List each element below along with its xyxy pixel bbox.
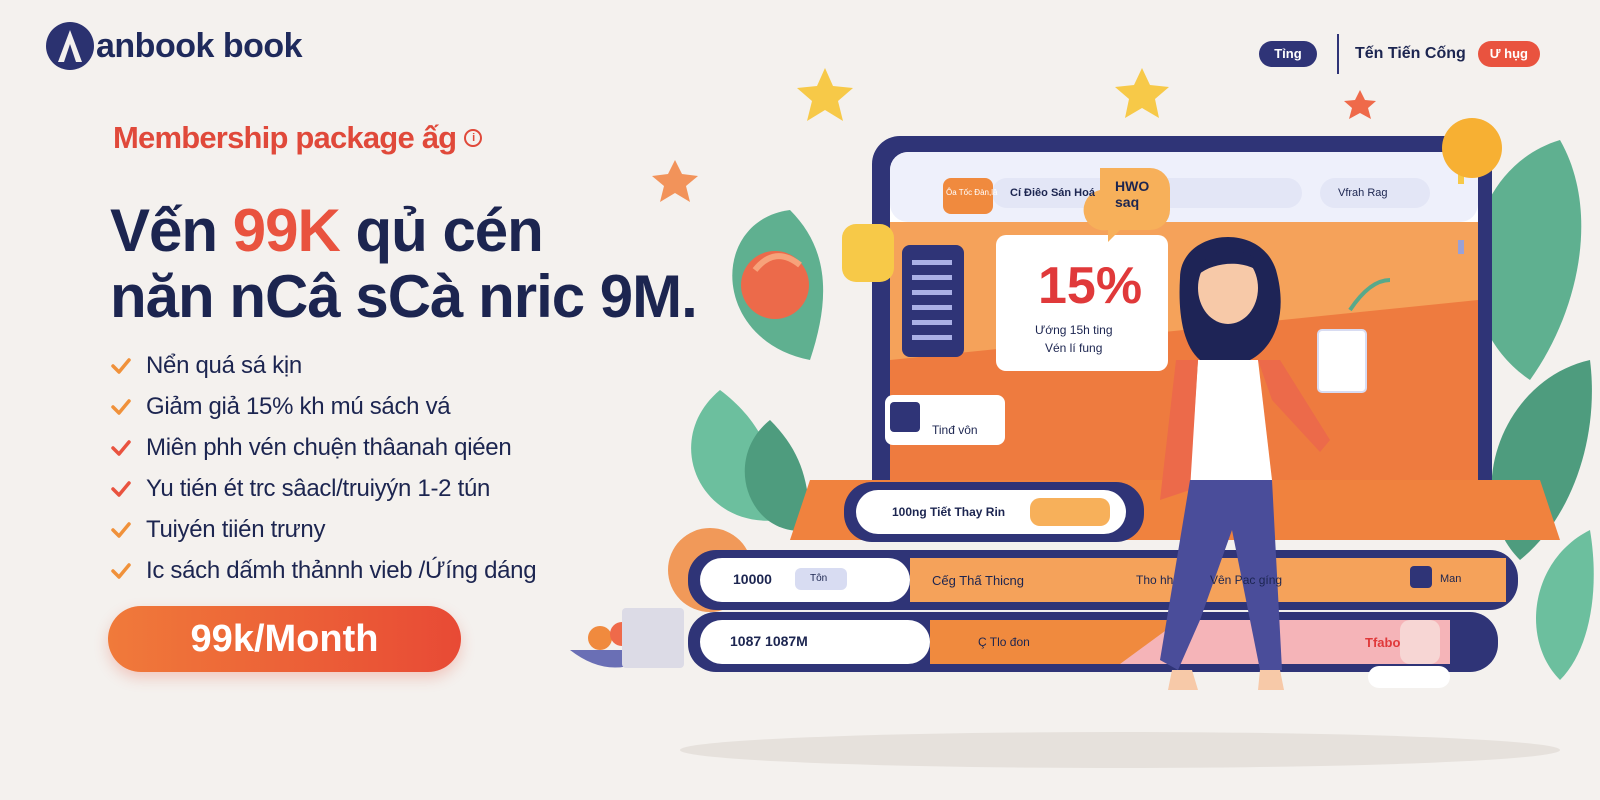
- brand-name: anbook book: [96, 27, 303, 65]
- check-icon: [111, 398, 131, 415]
- headline-part-2: qủ cén: [339, 197, 543, 264]
- headline-accent: 99K: [232, 197, 341, 264]
- feature-item: Miên phh vén chuện thâanah qiéen: [110, 427, 536, 468]
- check-icon: [111, 439, 131, 456]
- book-2-number: 10000: [733, 571, 772, 587]
- feature-item: Yu tién ét trc sâacl/truiyýn 1-2 tún: [110, 468, 536, 509]
- address-bar-text: Cí Điêo Sán Hoá: [1010, 187, 1095, 199]
- feature-text: Tuiyén tiién trưny: [146, 515, 326, 543]
- speech-bubble-text: HWO saq: [1115, 178, 1150, 210]
- illustration-art: [570, 68, 1594, 768]
- feature-text: Ic sách dấmh thảnnh vieb /Ứíng dáng: [146, 556, 537, 584]
- headline-part-1: Vến: [110, 197, 233, 264]
- brand-logo[interactable]: anbook book: [46, 22, 303, 70]
- star-icon: [652, 160, 698, 202]
- fruit: [1442, 118, 1502, 178]
- leaf-icon: [1536, 530, 1594, 680]
- book-2-end: Man: [1440, 573, 1462, 585]
- tag-badge: [842, 224, 894, 282]
- feature-item: Giảm giả 15% kh mú sách vá: [110, 386, 536, 427]
- ground-shadow: [680, 732, 1560, 768]
- book-2-tag: Tôn: [810, 573, 828, 584]
- screen-tag-text: Ôa Tốc Đàn,lâ: [946, 188, 998, 197]
- feature-list: Nển quá sá kịn Giảm giả 15% kh mú sách v…: [110, 345, 537, 591]
- feature-text: Yu tién ét trc sâacl/truiyýn 1-2 tún: [146, 474, 491, 502]
- discount-value: 15%: [1038, 257, 1143, 315]
- check-icon: [111, 521, 131, 538]
- feature-text: Miên phh vén chuện thâanah qiéen: [146, 433, 512, 461]
- eyebrow-text: Membership package ấg: [113, 120, 457, 155]
- info-icon[interactable]: i: [464, 129, 483, 147]
- feature-item: Ic sách dấmh thảnnh vieb /Ứíng dáng: [110, 550, 537, 591]
- discount-caption-2: Vén lí fung: [1045, 341, 1103, 355]
- star-icon: [797, 68, 853, 121]
- book-2-right: Vên Pac gíng: [1210, 573, 1283, 587]
- check-icon: [111, 357, 131, 374]
- book-3-right: Tfabo: [1365, 635, 1401, 650]
- eyebrow-title: Membership package ấg i: [113, 120, 483, 156]
- check-icon: [111, 480, 131, 497]
- star-icon: [1344, 90, 1376, 119]
- feature-item: Nển quá sá kịn: [110, 345, 536, 386]
- discount-caption-1: Ướng 15h ting: [1035, 323, 1113, 337]
- search-bar-text[interactable]: Vfrah Rag: [1338, 187, 1388, 199]
- shopping-bag: [622, 608, 684, 668]
- star-icon: [1115, 68, 1169, 118]
- screen-card-text: Tinđ vôn: [932, 423, 978, 437]
- book-2-mid: Tho hh: [1136, 573, 1174, 587]
- book-3-title: Ç Tlo đon: [978, 635, 1030, 649]
- book-2-title: Cếg Thấ Thicng: [932, 573, 1025, 588]
- feature-text: Nển quá sá kịn: [146, 351, 302, 379]
- hero-illustration: Ôa Tốc Đàn,lâ Cí Điêo Sán Hoá Vfrah Rag …: [560, 60, 1600, 780]
- feature-text: Giảm giả 15% kh mú sách vá: [146, 392, 451, 420]
- logo-mark-icon: [46, 22, 94, 70]
- feature-item: Tuiyén tiién trưny: [110, 509, 536, 550]
- check-icon: [111, 562, 131, 579]
- eraser: [1368, 666, 1450, 688]
- price-button[interactable]: 99k/Month: [108, 606, 461, 672]
- book-3-numbers: 1087 1087M: [730, 633, 808, 649]
- book-1-label: 100ng Tiết Thay Rin: [892, 505, 1006, 519]
